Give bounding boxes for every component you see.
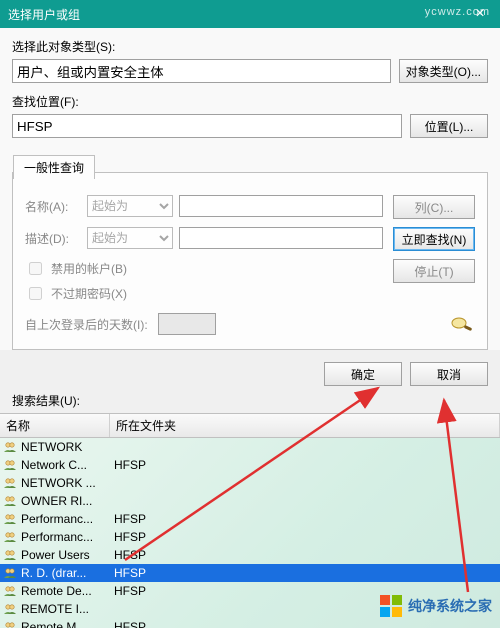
row-folder: HFSP: [110, 620, 146, 628]
cancel-button[interactable]: 取消: [410, 362, 488, 386]
windows-logo-icon: [380, 595, 402, 617]
table-row[interactable]: R. D. (drar...HFSP: [0, 564, 500, 582]
table-row[interactable]: Performanc...HFSP: [0, 528, 500, 546]
row-name: Remote De...: [21, 584, 110, 598]
row-folder: HFSP: [110, 548, 146, 562]
group-icon: [3, 548, 19, 562]
disabled-accounts-label: 禁用的帐户(B): [51, 260, 127, 277]
desc-input[interactable]: [179, 227, 383, 249]
search-icon: [447, 313, 475, 335]
find-now-button[interactable]: 立即查找(N): [393, 227, 475, 251]
days-since-login-stepper[interactable]: [158, 313, 216, 335]
row-folder: HFSP: [110, 512, 146, 526]
row-name: REMOTE I...: [21, 602, 110, 616]
row-folder: HFSP: [110, 458, 146, 472]
row-folder: HFSP: [110, 530, 146, 544]
dialog-body: 选择此对象类型(S): 对象类型(O)... 查找位置(F): 位置(L)...…: [0, 28, 500, 350]
group-icon: [3, 440, 19, 454]
title-bar: 选择用户或组 ycwwz.com ×: [0, 0, 500, 28]
group-icon: [3, 494, 19, 508]
table-row[interactable]: Network C...HFSP: [0, 456, 500, 474]
window-title: 选择用户或组: [8, 6, 460, 23]
days-since-login-label: 自上次登录后的天数(I):: [25, 316, 148, 333]
location-row: 查找位置(F): 位置(L)...: [12, 93, 488, 138]
group-icon: [3, 512, 19, 526]
location-label: 查找位置(F):: [12, 93, 402, 110]
col-folder-header[interactable]: 所在文件夹: [110, 414, 500, 437]
tab-general-query[interactable]: 一般性查询: [13, 155, 95, 179]
desc-label: 描述(D):: [25, 230, 81, 247]
table-row[interactable]: NETWORK: [0, 438, 500, 456]
group-icon: [3, 620, 19, 628]
object-type-button[interactable]: 对象类型(O)...: [399, 59, 488, 83]
row-name: NETWORK: [21, 440, 110, 454]
table-row[interactable]: Power UsersHFSP: [0, 546, 500, 564]
object-type-row: 选择此对象类型(S): 对象类型(O)...: [12, 38, 488, 83]
row-name: Performanc...: [21, 530, 110, 544]
row-folder: HFSP: [110, 566, 146, 580]
table-row[interactable]: Performanc...HFSP: [0, 510, 500, 528]
name-operator-select[interactable]: 起始为: [87, 195, 173, 217]
row-name: Power Users: [21, 548, 110, 562]
table-row[interactable]: NETWORK ...: [0, 474, 500, 492]
row-name: NETWORK ...: [21, 476, 110, 490]
object-type-field[interactable]: [12, 59, 391, 83]
desc-operator-select[interactable]: 起始为: [87, 227, 173, 249]
location-field[interactable]: [12, 114, 402, 138]
row-name: Network C...: [21, 458, 110, 472]
group-icon: [3, 476, 19, 490]
row-name: Remote M...: [21, 620, 110, 628]
footer-watermark: 纯净系统之家: [380, 595, 492, 617]
query-tabs: 一般性查询 名称(A): 起始为 描述(D): 起始为 禁用的帐户(B): [12, 172, 488, 350]
group-icon: [3, 458, 19, 472]
stop-button[interactable]: 停止(T): [393, 259, 475, 283]
col-name-header[interactable]: 名称: [0, 414, 110, 437]
footer-brand-text: 纯净系统之家: [408, 596, 492, 616]
table-row[interactable]: OWNER RI...: [0, 492, 500, 510]
ok-button[interactable]: 确定: [324, 362, 402, 386]
group-icon: [3, 584, 19, 598]
never-expire-label: 不过期密码(X): [51, 285, 127, 302]
group-icon: [3, 602, 19, 616]
row-name: R. D. (drar...: [21, 566, 110, 580]
object-type-label: 选择此对象类型(S):: [12, 38, 391, 55]
dialog-buttons: 确定 取消: [0, 350, 500, 392]
name-input[interactable]: [179, 195, 383, 217]
disabled-accounts-checkbox[interactable]: [29, 262, 42, 275]
watermark-url: ycwwz.com: [425, 6, 490, 18]
location-button[interactable]: 位置(L)...: [410, 114, 488, 138]
grid-header: 名称 所在文件夹: [0, 414, 500, 438]
row-name: OWNER RI...: [21, 494, 110, 508]
name-label: 名称(A):: [25, 198, 81, 215]
row-name: Performanc...: [21, 512, 110, 526]
never-expire-checkbox[interactable]: [29, 287, 42, 300]
group-icon: [3, 566, 19, 580]
table-row[interactable]: Remote M...HFSP: [0, 618, 500, 628]
group-icon: [3, 530, 19, 544]
results-label: 搜索结果(U):: [0, 392, 500, 413]
row-folder: HFSP: [110, 584, 146, 598]
columns-button[interactable]: 列(C)...: [393, 195, 475, 219]
